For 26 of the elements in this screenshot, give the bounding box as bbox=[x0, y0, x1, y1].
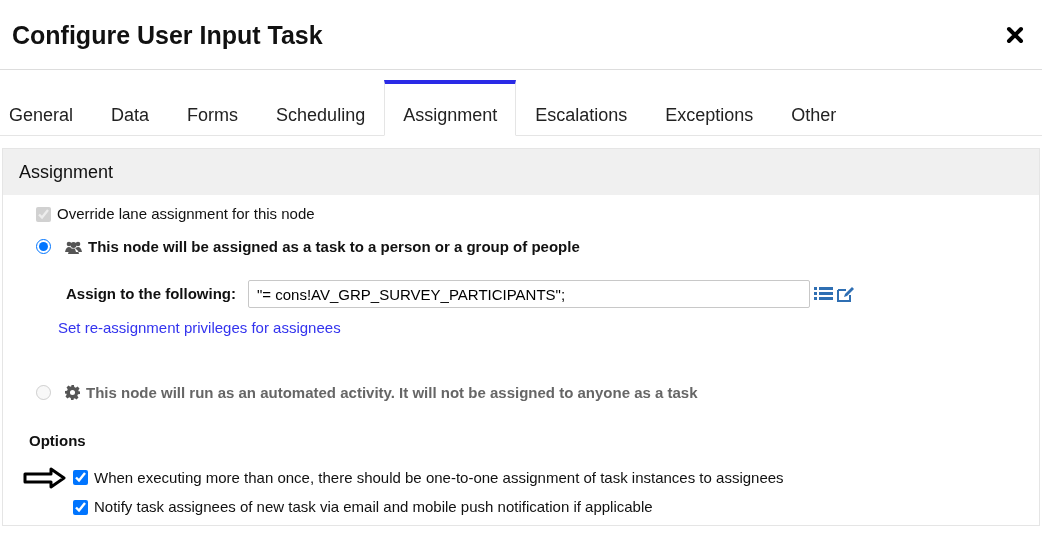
tab[interactable]: Other bbox=[772, 80, 856, 135]
dialog-title: Configure User Input Task bbox=[12, 19, 323, 50]
checkbox-label: Notify task assignees of new task via email and mobile push notification if applicable bbox=[94, 497, 653, 517]
reassignment-link[interactable]: Set re-assignment privileges for assignees bbox=[58, 317, 341, 340]
section-title: Assignment bbox=[19, 160, 114, 184]
tab[interactable]: Forms bbox=[168, 80, 258, 135]
radio-label: This node will run as an automated activity. It will not be assigned to anyone as a task bbox=[86, 382, 698, 403]
assignee-field[interactable]: "= cons!AV_GRP_SURVEY_PARTICIPANTS"; bbox=[248, 280, 810, 308]
options-title: Options bbox=[29, 431, 87, 451]
checkbox-label: Override lane assignment for this node bbox=[57, 204, 315, 224]
tab[interactable]: Exceptions bbox=[646, 80, 773, 135]
field-label: Assign to the following: bbox=[66, 283, 236, 304]
tab[interactable]: Data bbox=[92, 80, 169, 135]
edit-icon[interactable] bbox=[837, 286, 855, 302]
gear-icon bbox=[65, 385, 80, 401]
tab[interactable]: General bbox=[0, 80, 93, 135]
tab[interactable]: Escalations bbox=[516, 80, 647, 135]
people-icon bbox=[65, 239, 82, 254]
radio-button[interactable] bbox=[36, 239, 51, 255]
radio-label: This node will be assigned as a task to a person or a group of people bbox=[88, 236, 580, 257]
option-checkbox[interactable] bbox=[73, 470, 88, 486]
tab[interactable]: Assignment bbox=[384, 80, 517, 136]
list-icon[interactable] bbox=[814, 286, 833, 301]
option-checkbox[interactable] bbox=[73, 499, 88, 515]
tab[interactable]: Scheduling bbox=[257, 80, 385, 135]
checkbox-label: When executing more than once, there should be one-to-one assignment of task instances to assignees bbox=[94, 467, 784, 488]
